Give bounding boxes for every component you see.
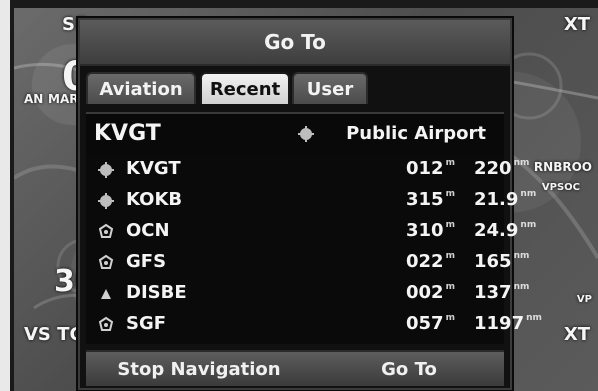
- waypoint-bearing: 315 m: [406, 189, 455, 210]
- list-item[interactable]: KVGT 012 m 220 nm: [86, 154, 529, 184]
- waypoint-distance: 24.9 nm: [474, 220, 537, 241]
- waypoint-distance: 220 nm: [474, 158, 530, 179]
- tab-aviation-label: Aviation: [99, 78, 183, 100]
- waypoint-id: KVGT: [126, 158, 181, 179]
- go-to-label: Go To: [381, 358, 437, 380]
- waypoint-distance: 165 nm: [474, 251, 530, 272]
- map-left-label-an: AN: [24, 92, 44, 106]
- waypoint-id: OCN: [126, 220, 170, 241]
- waypoint-id: DISBE: [126, 282, 187, 303]
- waypoint-distance: 21.9 nm: [474, 189, 537, 210]
- go-to-button[interactable]: Go To: [324, 352, 494, 386]
- vor-icon: [98, 316, 114, 331]
- waypoint-id: SGF: [126, 313, 167, 334]
- list-item[interactable]: GFS 022 m 165 nm: [86, 247, 529, 277]
- stop-navigation-label: Stop Navigation: [117, 358, 281, 380]
- map-bottom-left-label: VS TC: [24, 324, 83, 345]
- dialog-title: Go To: [80, 20, 510, 66]
- dialog-tabs: Aviation Recent User: [86, 72, 504, 106]
- waypoint-distance: 137 nm: [474, 282, 530, 303]
- waypoint-bearing: 022 m: [406, 251, 455, 272]
- recent-waypoint-list: KVGT 012 m 220 nm KOKB 315 m 21.9 nm OCN 310…: [86, 154, 542, 344]
- waypoint-bearing: 002 m: [406, 282, 455, 303]
- airport-icon: [98, 162, 114, 178]
- map-left-label-mar: MAR: [48, 92, 79, 106]
- map-top-right-label: XT: [563, 14, 590, 35]
- list-item[interactable]: DISBE 002 m 137 nm: [86, 278, 529, 308]
- tab-user[interactable]: User: [292, 72, 368, 104]
- list-item[interactable]: OCN 310 m 24.9 nm: [86, 216, 536, 246]
- tab-user-label: User: [306, 78, 354, 100]
- selected-waypoint-id: KVGT: [94, 121, 161, 146]
- selected-waypoint[interactable]: KVGT Public Airport: [86, 112, 504, 156]
- tab-recent-label: Recent: [209, 78, 281, 100]
- tab-aviation[interactable]: Aviation: [86, 72, 196, 104]
- map-right-label-rnbroo: RNBROO: [533, 160, 592, 174]
- vor-icon: [98, 254, 114, 269]
- waypoint-bearing: 057 m: [406, 313, 455, 334]
- waypoint-bearing: 310 m: [406, 220, 455, 241]
- stop-navigation-button[interactable]: Stop Navigation: [94, 352, 304, 386]
- map-right-label-vpsoc: VPSOC: [541, 182, 580, 193]
- vor-icon: [98, 223, 114, 238]
- list-item[interactable]: SGF 057 m 1197 nm: [86, 309, 542, 339]
- airport-icon: [298, 126, 314, 142]
- airport-icon: [98, 193, 114, 209]
- dialog-footer: Stop Navigation Go To: [86, 350, 504, 386]
- waypoint-distance: 1197 nm: [474, 313, 542, 334]
- tab-recent[interactable]: Recent: [200, 72, 290, 104]
- waypoint-id: GFS: [126, 251, 167, 272]
- map-right-small-label: VP: [576, 294, 592, 305]
- list-item[interactable]: KOKB 315 m 21.9 nm: [86, 185, 536, 215]
- waypoint-bearing: 012 m: [406, 158, 455, 179]
- intersection-icon: [101, 289, 111, 299]
- waypoint-id: KOKB: [126, 189, 183, 210]
- selected-waypoint-type: Public Airport: [346, 123, 486, 144]
- go-to-dialog: Go To Aviation Recent User KVGT Public A…: [78, 18, 542, 390]
- map-bottom-right-label: XT: [563, 324, 590, 345]
